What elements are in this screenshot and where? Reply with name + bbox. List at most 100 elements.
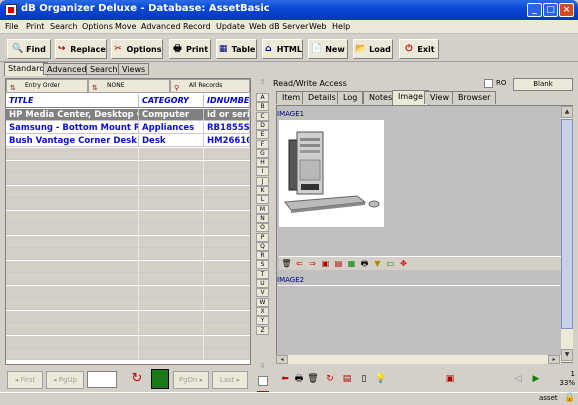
tab-advanced[interactable]: Advanced [43,63,91,75]
export-icon[interactable]: ⇒ [307,258,318,269]
load-button[interactable]: 📂 Load [353,39,393,59]
scroll-down-arrow[interactable]: ▼ [561,349,573,361]
options-button[interactable]: ✂ Options [111,39,163,59]
lightbulb-icon[interactable]: 💡 [374,371,388,387]
letter-c[interactable]: C [256,111,269,121]
scroll-thumb[interactable] [561,119,573,329]
goto-record-input[interactable] [87,371,117,388]
letter-s[interactable]: S [256,260,269,270]
letter-a[interactable]: A [256,93,269,102]
monitor-icon[interactable]: ▭ [385,258,396,269]
column-header-title[interactable]: TITLE [6,94,139,108]
letter-z[interactable]: Z [256,325,269,335]
tab-browser[interactable]: Browser [452,91,497,104]
import-icon[interactable]: ⇐ [294,258,305,269]
refresh-record-icon[interactable]: ↻ [323,371,337,387]
scroll-up-arrow[interactable]: ▲ [561,106,573,118]
refresh-icon[interactable]: ↻ [129,371,145,387]
letter-g[interactable]: G [256,148,269,158]
letter-u[interactable]: U [256,279,269,288]
last-button[interactable]: Last ▸ [212,371,248,389]
letter-v[interactable]: V [256,288,269,298]
letter-filter-checkbox[interactable] [258,376,268,386]
menu-move[interactable]: Move [115,22,136,31]
print-button[interactable]: 🖶 Print [169,39,211,59]
letter-m[interactable]: M [256,204,269,214]
letter-i[interactable]: I [256,167,269,177]
table-row[interactable]: Bush Vantage Corner Desk Desk HM26610.8 [6,135,250,147]
delete-icon[interactable]: 🗑 [306,371,320,387]
letter-n[interactable]: N [256,213,269,223]
color-palette-icon[interactable] [151,369,169,389]
paste-icon[interactable]: ▣ [320,258,331,269]
letter-p[interactable]: P [256,232,269,242]
close-button[interactable]: × [559,3,574,17]
menu-file[interactable]: File [5,22,18,31]
horizontal-scrollbar[interactable]: ◂ ▸ [276,355,561,364]
letter-x[interactable]: X [256,306,269,316]
scroll-right-arrow[interactable]: ▸ [548,355,560,364]
column-header-category[interactable]: CATEGORY [139,94,204,108]
find-button[interactable]: 🔍 Find [7,39,51,59]
tab-log[interactable]: Log [337,91,364,104]
letter-j[interactable]: J [256,176,269,186]
letter-o[interactable]: O [256,223,269,233]
tab-view[interactable]: View [424,91,455,104]
letter-w[interactable]: W [256,297,269,307]
menu-advanced[interactable]: Advanced [141,22,181,31]
letter-l[interactable]: L [256,195,269,205]
vertical-scrollbar[interactable]: ▲ ▼ [561,106,573,362]
letter-y[interactable]: Y [256,316,269,326]
tab-details[interactable]: Details [302,91,342,104]
menu-web[interactable]: Web [309,22,326,31]
scroll-left-arrow[interactable]: ◂ [276,355,288,364]
print-record-icon[interactable]: 🖶 [292,371,306,387]
letter-t[interactable]: T [256,269,269,279]
menu-update[interactable]: Update [216,22,245,31]
sort-none-button[interactable]: ⇅ NONE [88,79,170,93]
letter-b[interactable]: B [256,102,269,112]
image1-picture[interactable] [279,120,384,227]
move-icon[interactable]: ✥ [398,258,409,269]
replace-button[interactable]: ↪ Replace [55,39,107,59]
menu-record[interactable]: Record [183,22,211,31]
letter-h[interactable]: H [256,158,269,168]
column-header-idnumber[interactable]: IDNUMBER [204,94,250,108]
page-up-button[interactable]: ◂ PgUp [46,371,84,389]
letter-f[interactable]: F [256,139,269,149]
copy-icon[interactable]: ▤ [333,258,344,269]
letter-q[interactable]: Q [256,241,269,251]
trash-icon[interactable]: 🗑 [281,258,292,269]
letter-k[interactable]: K [256,186,269,195]
table-row[interactable]: Samsung - Bottom Mount Ref Appliances RB… [6,122,250,134]
previous-record-icon[interactable]: ◁ [511,371,525,387]
read-only-checkbox[interactable] [484,79,493,88]
first-button[interactable]: ◂ First [7,371,43,389]
print-image-icon[interactable]: 🖶 [359,258,370,269]
table-button[interactable]: ▦ Table [216,39,257,59]
notes-icon[interactable]: ▯ [357,371,371,387]
tab-search[interactable]: Search [86,63,122,75]
page-down-button[interactable]: PgDn ▸ [173,371,209,389]
minimize-button[interactable]: _ [527,3,542,17]
report-icon[interactable]: ▣ [443,371,457,387]
all-records-button[interactable]: ⚲ All Records [170,79,250,93]
menu-help[interactable]: Help [332,22,350,31]
blank-button[interactable]: Blank [513,78,573,91]
letter-e[interactable]: E [256,130,269,140]
maximize-button[interactable]: □ [543,3,558,17]
scroll-down-icon[interactable]: ⇩ [256,362,269,372]
scan-icon[interactable]: ▦ [346,258,357,269]
back-arrow-icon[interactable]: ⬅ [278,371,292,387]
letter-d[interactable]: D [256,120,269,130]
entry-order-button[interactable]: ⇅ Entry Order [6,79,88,93]
next-record-icon[interactable]: ▶ [529,371,543,387]
table-row[interactable]: HP Media Center, Desktop Co Computer id … [6,109,250,121]
filter-icon[interactable]: ▼ [372,258,383,269]
tab-views[interactable]: Views [118,63,150,75]
html-button[interactable]: ⌂ HTML [262,39,303,59]
exit-button[interactable]: ⏻ Exit [399,39,439,59]
new-button[interactable]: 📄 New [308,39,348,59]
menu-web-db-server[interactable]: Web dB Server [249,22,308,31]
menu-options[interactable]: Options [82,22,113,31]
